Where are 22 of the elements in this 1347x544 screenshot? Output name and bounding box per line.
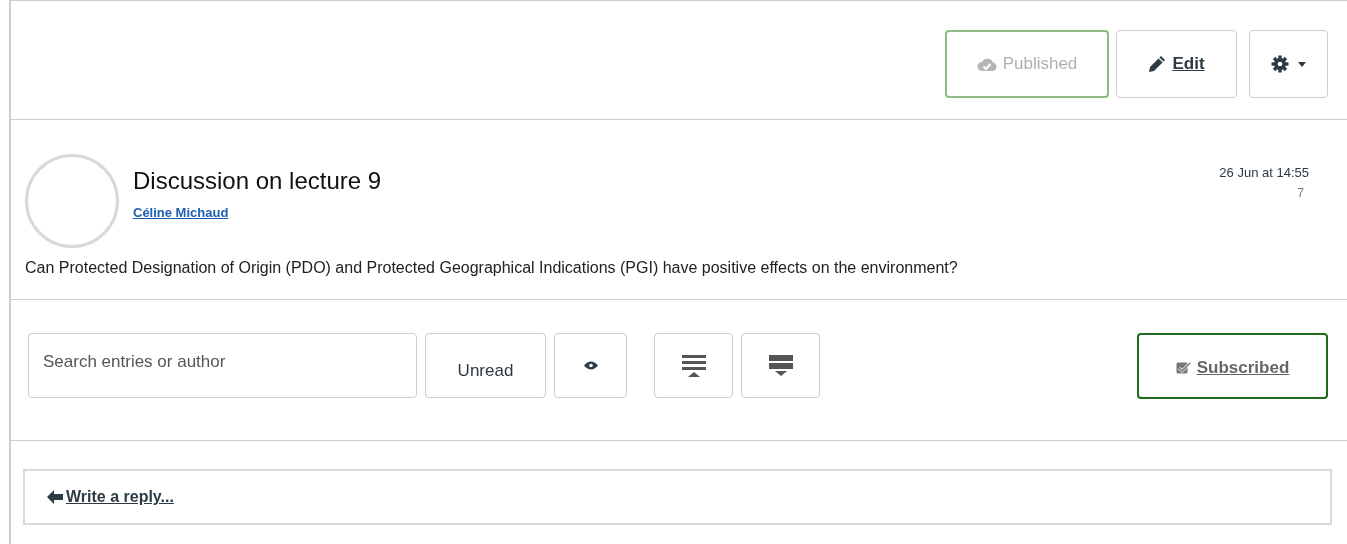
search-field[interactable]: Search entries or author [28, 333, 417, 398]
caret-icon [1298, 61, 1306, 67]
edit-button[interactable]: Edit [1116, 30, 1237, 98]
cloud-check-icon [976, 56, 997, 72]
expand-button[interactable] [654, 333, 733, 398]
checkbox-icon [1175, 360, 1191, 375]
settings-icon [1271, 55, 1289, 73]
reply-count: 7 [1296, 186, 1305, 200]
arrow-left-icon [47, 490, 63, 504]
post-body: Can Protected Designation of Origin (PDO) and Protected Geographical Indications (PGI) have positive effects on the environment? [25, 259, 959, 277]
expand-icon [681, 354, 706, 377]
post-date: 26 Jun at 14:55 [1219, 165, 1309, 180]
discussion-title: Discussion on lecture 9 [133, 167, 382, 195]
collapse-icon [768, 354, 793, 377]
collapse-button[interactable] [741, 333, 820, 398]
author-link[interactable]: Céline Michaud [133, 205, 229, 220]
settings-button[interactable] [1249, 30, 1328, 98]
subscribed-button[interactable]: Subscribed [1137, 332, 1328, 399]
eye-icon [583, 361, 598, 370]
write-reply-link[interactable]: Write a reply... [23, 469, 1332, 525]
unread-button[interactable]: Unread [425, 333, 546, 398]
pencil-icon [1148, 55, 1167, 73]
